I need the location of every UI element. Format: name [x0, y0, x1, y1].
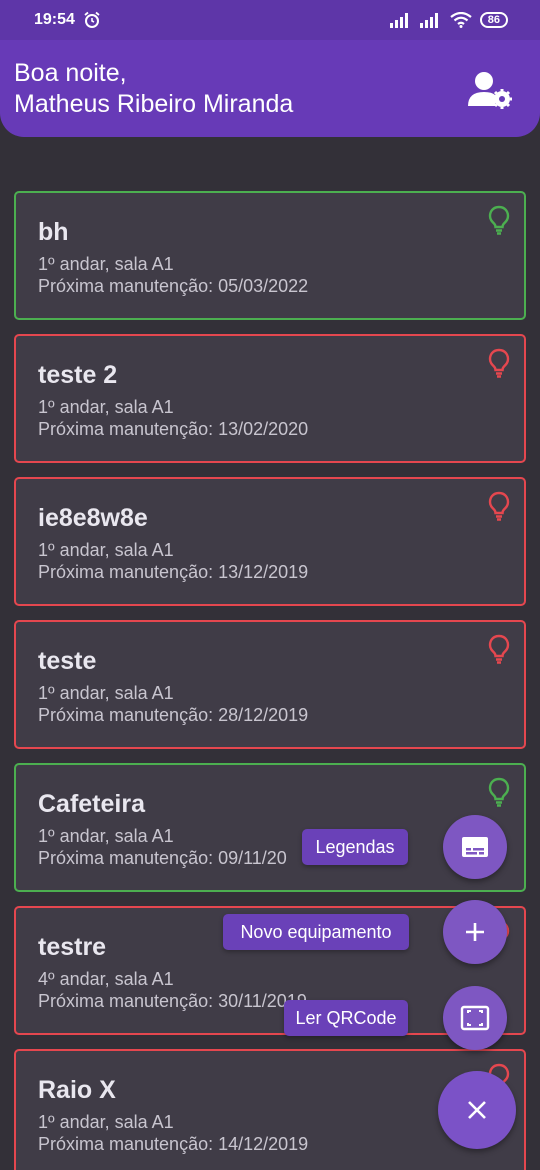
equipment-card[interactable]: bh 1º andar, sala A1 Próxima manutenção: 0… — [14, 191, 526, 320]
equipment-name: teste 2 — [38, 361, 118, 389]
read-qr-button[interactable] — [443, 986, 507, 1050]
status-left: 19:54 — [34, 11, 101, 29]
read-qr-label[interactable]: Ler QRCode — [284, 1000, 408, 1036]
greeting-text: Boa noite, — [14, 59, 127, 87]
equipment-next-maintenance: Próxima manutenção: 13/12/2019 — [38, 562, 309, 582]
wifi-icon — [450, 12, 472, 28]
equipment-next-maintenance: Próxima manutenção: 30/11/2019 — [38, 991, 307, 1011]
equipment-name: Cafeteira — [38, 790, 145, 818]
legend-label[interactable]: Legendas — [302, 829, 408, 865]
lightbulb-icon — [488, 348, 510, 378]
equipment-location: 1º andar, sala A1 — [38, 1112, 174, 1132]
plus-icon — [466, 923, 484, 941]
add-equipment-button[interactable] — [443, 900, 507, 964]
equipment-location: 4º andar, sala A1 — [38, 969, 174, 989]
qr-scan-icon — [460, 1005, 490, 1031]
battery-indicator: 86 — [479, 12, 508, 28]
equipment-card[interactable]: teste 2 1º andar, sala A1 Próxima manutenç… — [14, 334, 526, 463]
new-equipment-label[interactable]: Novo equipamento — [223, 914, 409, 950]
equipment-next-maintenance: Próxima manutenção: 13/02/2020 — [38, 419, 309, 439]
equipment-location: 1º andar, sala A1 — [38, 826, 174, 846]
equipment-location: 1º andar, sala A1 — [38, 254, 174, 274]
equipment-card[interactable]: teste 1º andar, sala A1 Próxima manutenção… — [14, 620, 526, 749]
close-menu-button[interactable] — [438, 1071, 516, 1149]
equipment-name: teste — [38, 647, 97, 675]
signal-icon — [389, 13, 408, 28]
close-icon — [468, 1101, 486, 1119]
subtitles-icon — [462, 837, 488, 857]
equipment-location: 1º andar, sala A1 — [38, 683, 174, 703]
equipment-next-maintenance: Próxima manutenção: 09/11/20 — [38, 848, 287, 868]
equipment-name: bh — [38, 218, 69, 246]
equipment-next-maintenance: Próxima manutenção: 28/12/2019 — [38, 705, 309, 725]
lightbulb-icon — [488, 205, 510, 235]
lightbulb-icon — [488, 777, 510, 807]
status-time: 19:54 — [34, 11, 75, 28]
equipment-location: 1º andar, sala A1 — [38, 540, 174, 560]
user-settings-icon[interactable] — [468, 70, 512, 110]
app-header: Boa noite, Matheus Ribeiro Miranda — [0, 40, 540, 137]
alarm-icon — [84, 11, 100, 28]
equipment-name: Raio X — [38, 1076, 116, 1104]
equipment-card[interactable]: ie8e8w8e 1º andar, sala A1 Próxima manuten… — [14, 477, 526, 606]
status-bar: 19:54 86 — [0, 0, 540, 40]
lightbulb-icon — [488, 634, 510, 664]
signal-icon-2 — [419, 13, 438, 28]
user-name: Matheus Ribeiro Miranda — [14, 90, 294, 118]
legend-button[interactable] — [443, 815, 507, 879]
lightbulb-icon — [488, 491, 510, 521]
equipment-name: ie8e8w8e — [38, 504, 148, 532]
equipment-next-maintenance: Próxima manutenção: 05/03/2022 — [38, 276, 309, 296]
equipment-next-maintenance: Próxima manutenção: 14/12/2019 — [38, 1134, 309, 1154]
equipment-location: 1º andar, sala A1 — [38, 397, 174, 417]
status-right: 86 — [389, 12, 508, 28]
